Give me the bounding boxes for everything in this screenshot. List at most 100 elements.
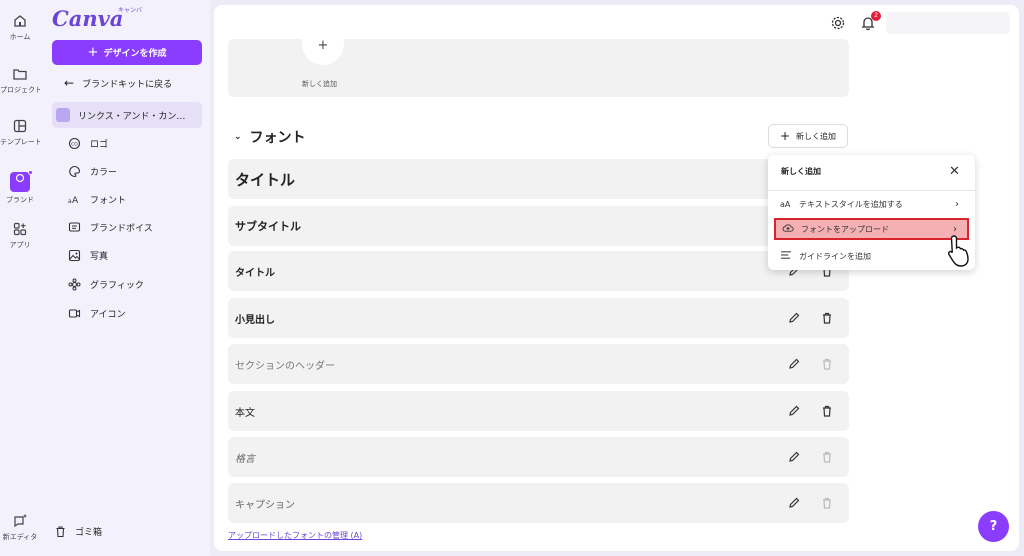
pencil-icon[interactable] — [787, 357, 801, 371]
settings-gear-icon[interactable] — [830, 15, 846, 31]
sidebar-item-font[interactable]: aA フォント — [52, 186, 202, 212]
sidebar-item-label: カラー — [90, 167, 118, 178]
font-row-section-header[interactable]: セクションのヘッダー — [228, 344, 849, 384]
font-section-heading[interactable]: ⌄ フォント — [234, 127, 306, 147]
back-to-brand-kit-link[interactable]: ← ブランドキットに戻る — [64, 76, 172, 90]
sidebar-item-label: ブランドボイス — [90, 223, 153, 234]
pencil-icon[interactable] — [787, 450, 801, 464]
pencil-icon[interactable] — [787, 311, 801, 325]
brand-kit-icon — [56, 108, 70, 122]
sidebar-item-icons[interactable]: アイコン — [52, 300, 202, 326]
plus-icon: + — [302, 37, 344, 65]
brand-icon — [10, 170, 33, 192]
sidebar-item-label: フォント — [90, 195, 127, 206]
divider — [768, 190, 975, 191]
notification-badge: 2 — [871, 11, 881, 21]
font-section-title: フォント — [249, 130, 306, 146]
close-icon[interactable]: ✕ — [949, 164, 960, 179]
sidebar-item-brand-kit[interactable]: リンクス・アンド・カン… — [52, 102, 202, 128]
font-row-subheading[interactable]: 小見出し — [228, 298, 849, 338]
plus-icon: + — [87, 45, 99, 60]
sidebar-item-label: 写真 — [90, 251, 109, 262]
font-row-body[interactable]: 本文 — [228, 391, 849, 431]
folder-icon — [13, 69, 27, 80]
mouse-pointer-icon — [947, 235, 969, 267]
menu-item-add-guideline[interactable]: ガイドラインを追加 — [774, 245, 969, 267]
svg-text:A: A — [72, 196, 79, 206]
font-row-title[interactable]: タイトル — [228, 159, 849, 199]
create-design-label: デザインを作成 — [103, 49, 167, 59]
logo-text: Canva — [52, 6, 124, 31]
font-row-label: タイトル — [235, 267, 275, 279]
trash-icon — [56, 526, 65, 538]
font-row-quote[interactable]: 格言 — [228, 437, 849, 477]
font-row-heading[interactable]: タイトル — [228, 251, 849, 291]
rail-magic[interactable]: 新エディタ — [0, 513, 40, 542]
font-row-label: 本文 — [235, 407, 255, 419]
rail-apps[interactable]: アプリ — [0, 221, 40, 250]
rail-templates[interactable]: テンプレート — [0, 118, 40, 147]
font-row-label: タイトル — [235, 170, 296, 189]
aa-text-icon: aA — [780, 199, 791, 209]
rail-templates-label: テンプレート — [0, 138, 40, 146]
template-icon — [13, 119, 27, 133]
chat-sparkle-icon — [14, 514, 27, 528]
voice-icon — [68, 221, 81, 234]
sidebar-item-label: ロゴ — [90, 139, 109, 150]
trash-icon — [820, 450, 834, 464]
rail-brand-label: ブランド — [6, 196, 34, 204]
dropdown-title: 新しく追加 — [781, 167, 821, 176]
rail-home[interactable]: ホーム — [0, 13, 40, 42]
font-row-label: サブタイトル — [235, 220, 301, 233]
sidebar-item-brand-voice[interactable]: ブランドボイス — [52, 214, 202, 240]
create-design-button[interactable]: + デザインを作成 — [52, 40, 202, 65]
sidebar-item-photos[interactable]: 写真 — [52, 242, 202, 268]
sidebar-item-logo[interactable]: CO ロゴ — [52, 130, 202, 156]
brand-sidebar: Canva キャンバ + デザインを作成 ← ブランドキットに戻る リンクス・ア… — [40, 0, 210, 556]
plus-icon: + — [779, 129, 791, 143]
photo-icon — [68, 249, 81, 262]
font-row-label: 格言 — [235, 453, 255, 465]
trash-icon[interactable] — [820, 311, 834, 325]
account-chip[interactable] — [886, 12, 1010, 34]
chevron-down-icon: ⌄ — [234, 132, 242, 142]
sidebar-item-label: アイコン — [90, 309, 126, 320]
svg-text:CO: CO — [71, 141, 78, 147]
rail-projects-label: プロジェクト — [0, 86, 40, 94]
icon-icon — [68, 307, 81, 320]
font-row-label: キャプション — [235, 499, 295, 511]
add-new-dropdown: 新しく追加 ✕ aA テキストスタイルを追加する › フォントをアップロード ›… — [768, 155, 975, 270]
menu-item-upload-font[interactable]: フォントをアップロード › — [774, 218, 969, 240]
palette-icon — [68, 165, 81, 178]
rail-brand[interactable]: ブランド — [0, 168, 40, 205]
add-new-button[interactable]: + 新しく追加 — [768, 124, 848, 148]
menu-item-label: ガイドラインを追加 — [799, 251, 871, 261]
pencil-icon[interactable] — [787, 404, 801, 418]
font-row-subtitle[interactable]: サブタイトル — [228, 206, 849, 246]
upload-cloud-icon — [782, 223, 795, 235]
main-panel: 2 + 新しく追加 ⌄ フォント + 新しく追加 タイトル サブタイトル タイト… — [214, 5, 1019, 551]
font-row-label: 小見出し — [235, 314, 275, 326]
add-new-card[interactable]: + 新しく追加 — [228, 37, 849, 97]
sidebar-item-color[interactable]: カラー — [52, 158, 202, 184]
arrow-left-icon: ← — [64, 76, 75, 90]
menu-item-add-text-style[interactable]: aA テキストスタイルを追加する › — [774, 193, 969, 215]
manage-uploaded-fonts-link[interactable]: アップロードしたフォントの管理 (A) — [228, 530, 362, 541]
chevron-right-icon: › — [953, 223, 957, 235]
rail-apps-label: アプリ — [9, 241, 31, 249]
sidebar-item-graphics[interactable]: グラフィック — [52, 271, 202, 297]
apps-icon — [13, 222, 27, 236]
menu-item-label: フォントをアップロード — [801, 224, 889, 234]
sidebar-item-label: グラフィック — [90, 280, 144, 291]
help-button[interactable]: ? — [978, 511, 1009, 542]
pencil-icon[interactable] — [787, 496, 801, 510]
rail-projects[interactable]: プロジェクト — [0, 66, 40, 95]
trash-icon[interactable] — [820, 404, 834, 418]
trash-icon — [820, 496, 834, 510]
back-label: ブランドキットに戻る — [82, 79, 173, 90]
font-row-caption[interactable]: キャプション — [228, 483, 849, 523]
font-icon: aA — [68, 193, 81, 206]
trash-link[interactable]: ゴミ箱 — [54, 525, 102, 538]
canva-logo[interactable]: Canva — [52, 6, 123, 31]
rail-home-label: ホーム — [9, 33, 31, 41]
